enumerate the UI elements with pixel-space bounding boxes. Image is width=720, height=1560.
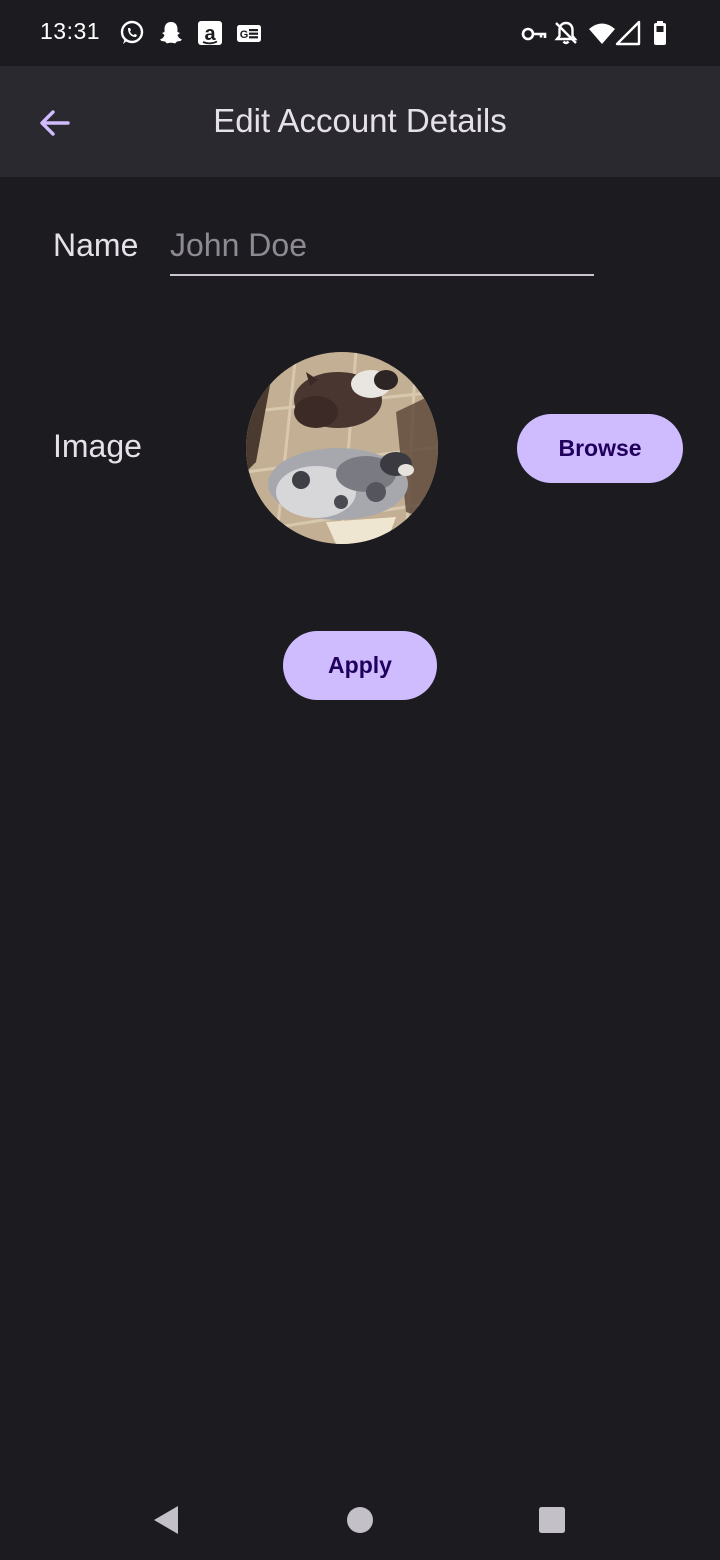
name-input[interactable]	[170, 222, 594, 276]
snapchat-icon	[157, 19, 185, 47]
profile-image-preview	[246, 352, 438, 544]
recents-square-icon	[539, 1507, 565, 1533]
amazon-icon: a	[196, 19, 224, 47]
image-label: Image	[53, 428, 142, 464]
whatsapp-icon	[118, 19, 146, 47]
browse-button[interactable]: Browse	[517, 414, 683, 483]
wifi-icon	[588, 19, 616, 47]
apply-button[interactable]: Apply	[283, 631, 437, 700]
svg-text:G: G	[240, 29, 249, 41]
home-circle-icon	[347, 1507, 373, 1533]
vpn-key-icon	[520, 19, 548, 47]
name-label: Name	[53, 227, 139, 263]
back-triangle-icon	[154, 1506, 178, 1534]
signal-icon	[614, 19, 642, 47]
status-time: 13:31	[40, 18, 101, 44]
nav-home-button[interactable]	[342, 1502, 378, 1538]
nav-back-button[interactable]	[148, 1502, 184, 1538]
page-title: Edit Account Details	[213, 102, 507, 139]
system-navigation-bar	[0, 1478, 720, 1560]
top-app-bar: Edit Account Details	[0, 66, 720, 177]
notifications-off-icon	[552, 19, 580, 47]
gmail-news-icon: G	[235, 19, 263, 47]
nav-recents-button[interactable]	[534, 1502, 570, 1538]
status-bar: 13:31 a G	[0, 0, 720, 66]
battery-icon	[646, 19, 674, 47]
